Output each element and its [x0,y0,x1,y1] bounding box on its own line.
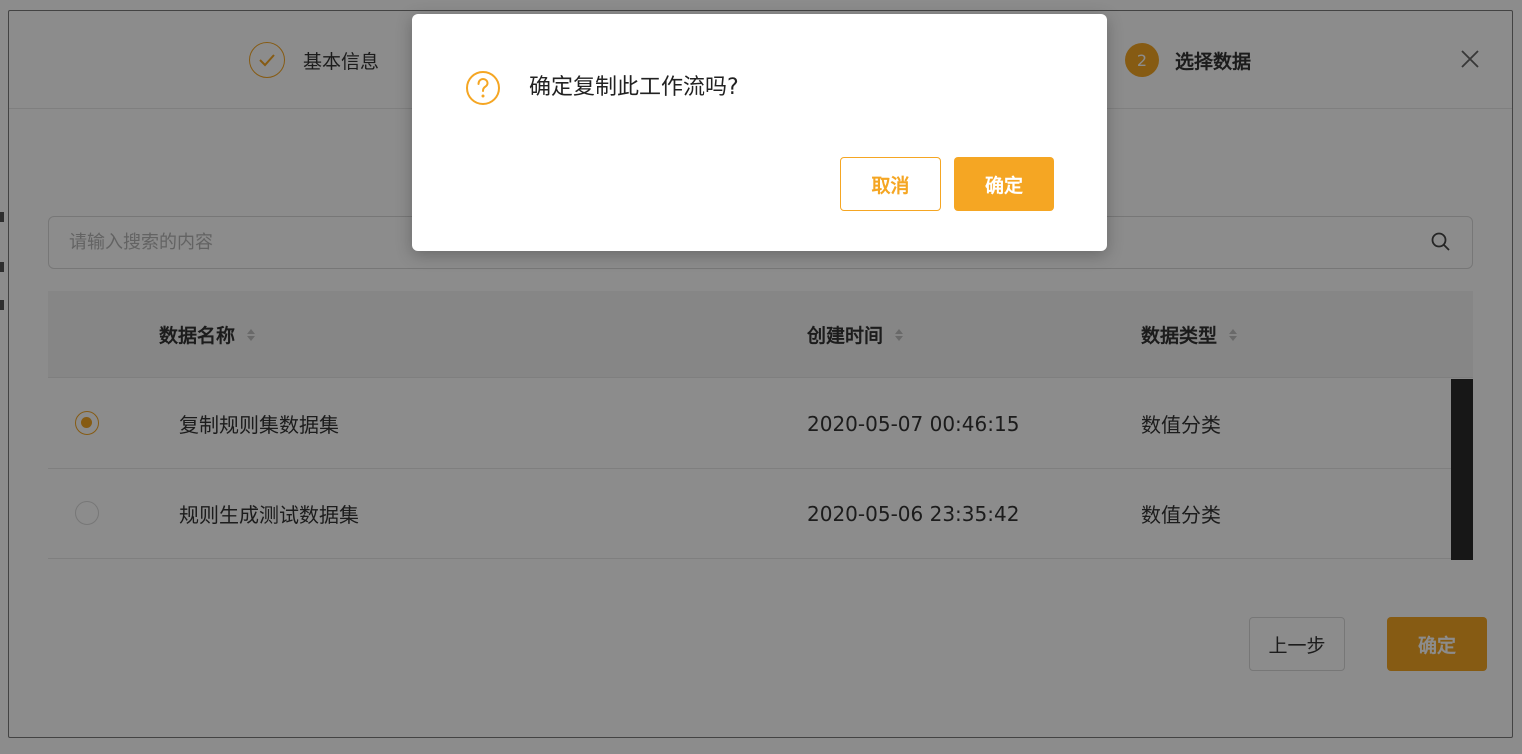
question-circle-icon [466,71,500,105]
dialog-message: 确定复制此工作流吗? [529,75,739,100]
ok-button[interactable]: 确定 [954,157,1054,211]
confirm-dialog: 确定复制此工作流吗? 取消 确定 [412,14,1107,251]
cancel-button[interactable]: 取消 [840,157,941,211]
